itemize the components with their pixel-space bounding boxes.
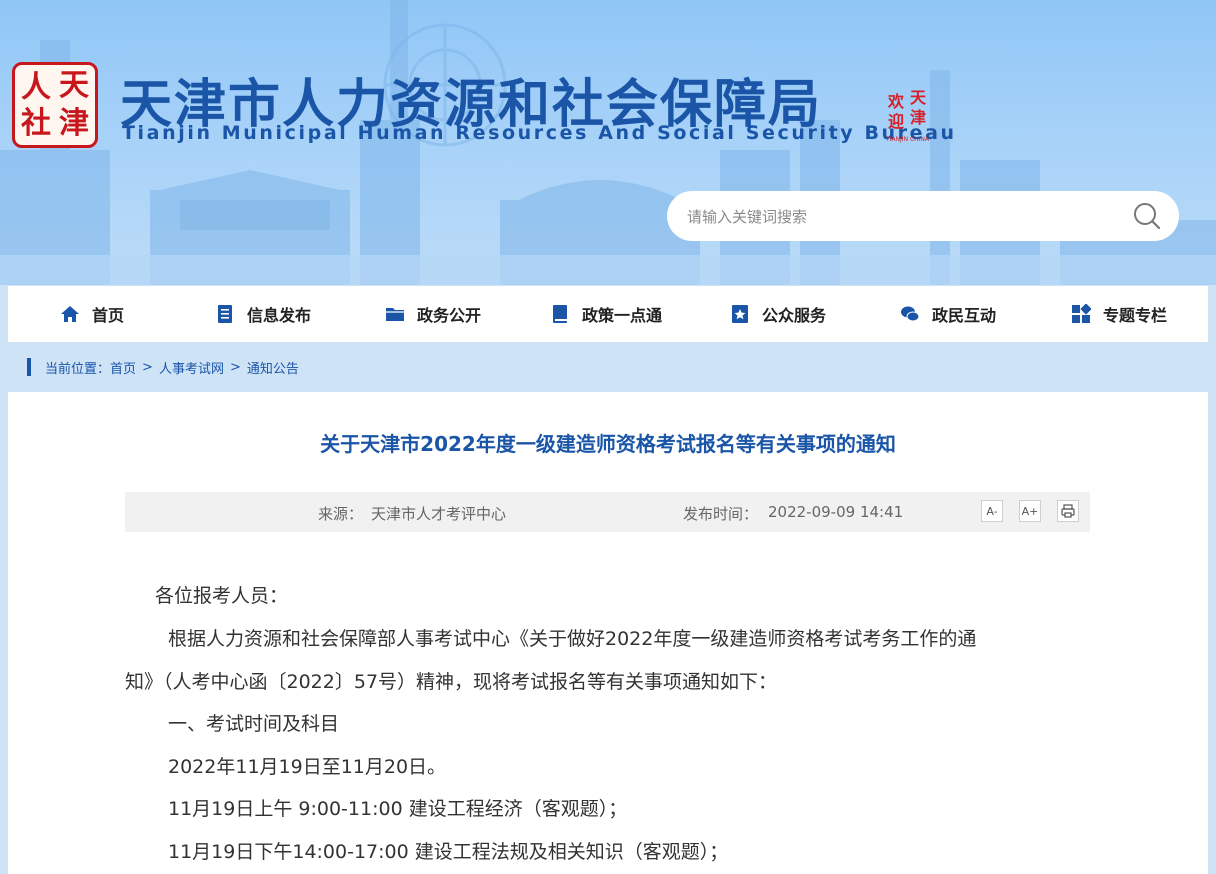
nav-item-label: 专题专栏	[1103, 306, 1168, 325]
source-label: 来源：	[318, 505, 364, 523]
document-icon	[218, 305, 232, 323]
article-container: 关于天津市2022年度一级建造师资格考试报名等有关事项的通知 来源： 天津市人才…	[8, 392, 1208, 874]
nav-item-interaction[interactable]: 政民互动	[900, 286, 996, 342]
chat-icon	[901, 306, 920, 322]
breadcrumb-item-exam[interactable]: 人事考试网	[159, 358, 224, 377]
search-icon[interactable]	[1133, 202, 1161, 230]
main-navigation: 首页 信息发布 政务公开 政策一点通 公众服务 政民互动 专题专栏	[8, 286, 1208, 342]
breadcrumb-prefix: 当前位置：	[45, 361, 111, 377]
article-meta-bar: 来源： 天津市人才考评中心 发布时间： 2022-09-09 14:41 A- …	[125, 492, 1090, 532]
folder-icon	[386, 308, 404, 321]
seal-char: 人	[21, 70, 51, 105]
seal-char: 津	[59, 106, 89, 141]
font-larger-button[interactable]: A+	[1019, 500, 1041, 522]
nav-item-policy[interactable]: 政策一点通	[550, 286, 662, 342]
tianjin-city-logo: 天 津 欢 迎 TIANJIN CHINA	[886, 88, 934, 144]
breadcrumb-item-notices[interactable]: 通知公告	[247, 358, 299, 377]
breadcrumb-marker	[27, 358, 31, 376]
search-input[interactable]	[685, 203, 1109, 231]
nav-item-topics[interactable]: 专题专栏	[1071, 286, 1167, 342]
breadcrumb: 当前位置： 首页 > 人事考试网 > 通知公告	[27, 357, 299, 377]
site-header: 人 天 社 津 天津市人力资源和社会保障局 Tianjin Municipal …	[0, 0, 1216, 285]
grid-icon	[1072, 304, 1091, 323]
date-value: 2022-09-09 14:41	[768, 503, 904, 521]
tj-logo-caption: TIANJIN CHINA	[886, 136, 930, 143]
home-icon	[61, 306, 79, 322]
print-icon	[1061, 504, 1075, 518]
breadcrumb-separator: >	[229, 359, 241, 375]
book-icon	[553, 305, 567, 323]
nav-item-label: 政民互动	[932, 306, 997, 325]
tj-logo-char: 欢	[888, 92, 905, 111]
nav-item-gov-affairs[interactable]: 政务公开	[385, 286, 481, 342]
font-smaller-button[interactable]: A-	[981, 500, 1003, 522]
search-box	[667, 191, 1179, 241]
nav-item-label: 政务公开	[417, 306, 482, 325]
bureau-seal-logo[interactable]: 人 天 社 津	[12, 62, 98, 148]
paragraph: 知》（人考中心函〔2022〕57号）精神，现将考试报名等有关事项通知如下：	[125, 671, 778, 693]
tj-logo-char: 津	[910, 108, 927, 127]
seal-char: 天	[59, 68, 89, 103]
nav-item-news[interactable]: 信息发布	[215, 286, 311, 342]
site-subtitle: Tianjin Municipal Human Resources And So…	[122, 122, 957, 144]
nav-item-label: 首页	[92, 306, 125, 325]
paragraph: 各位报考人员：	[155, 585, 289, 607]
paragraph: 11月19日上午 9:00-11:00 建设工程经济（客观题）；	[168, 798, 628, 820]
nav-item-label: 信息发布	[247, 306, 312, 325]
tj-logo-char: 迎	[888, 112, 905, 131]
nav-item-label: 公众服务	[762, 306, 827, 325]
breadcrumb-separator: >	[142, 359, 153, 375]
seal-char: 社	[21, 106, 51, 141]
paragraph: 根据人力资源和社会保障部人事考试中心《关于做好2022年度一级建造师资格考试考务…	[168, 628, 977, 650]
paragraph: 一、考试时间及科目	[168, 713, 340, 735]
article-title: 关于天津市2022年度一级建造师资格考试报名等有关事项的通知	[320, 432, 896, 456]
star-badge-icon	[732, 305, 748, 323]
tj-logo-char: 天	[910, 88, 927, 107]
nav-item-label: 政策一点通	[582, 306, 663, 325]
nav-item-home[interactable]: 首页	[60, 286, 124, 342]
paragraph: 11月19日下午14:00-17:00 建设工程法规及相关知识（客观题）；	[168, 841, 729, 863]
paragraph: 2022年11月19日至11月20日。	[168, 756, 447, 778]
nav-item-public-service[interactable]: 公众服务	[730, 286, 826, 342]
date-label: 发布时间：	[683, 505, 759, 523]
source-value: 天津市人才考评中心	[371, 505, 507, 523]
breadcrumb-item-home[interactable]: 首页	[110, 358, 136, 377]
print-button[interactable]	[1057, 500, 1079, 522]
